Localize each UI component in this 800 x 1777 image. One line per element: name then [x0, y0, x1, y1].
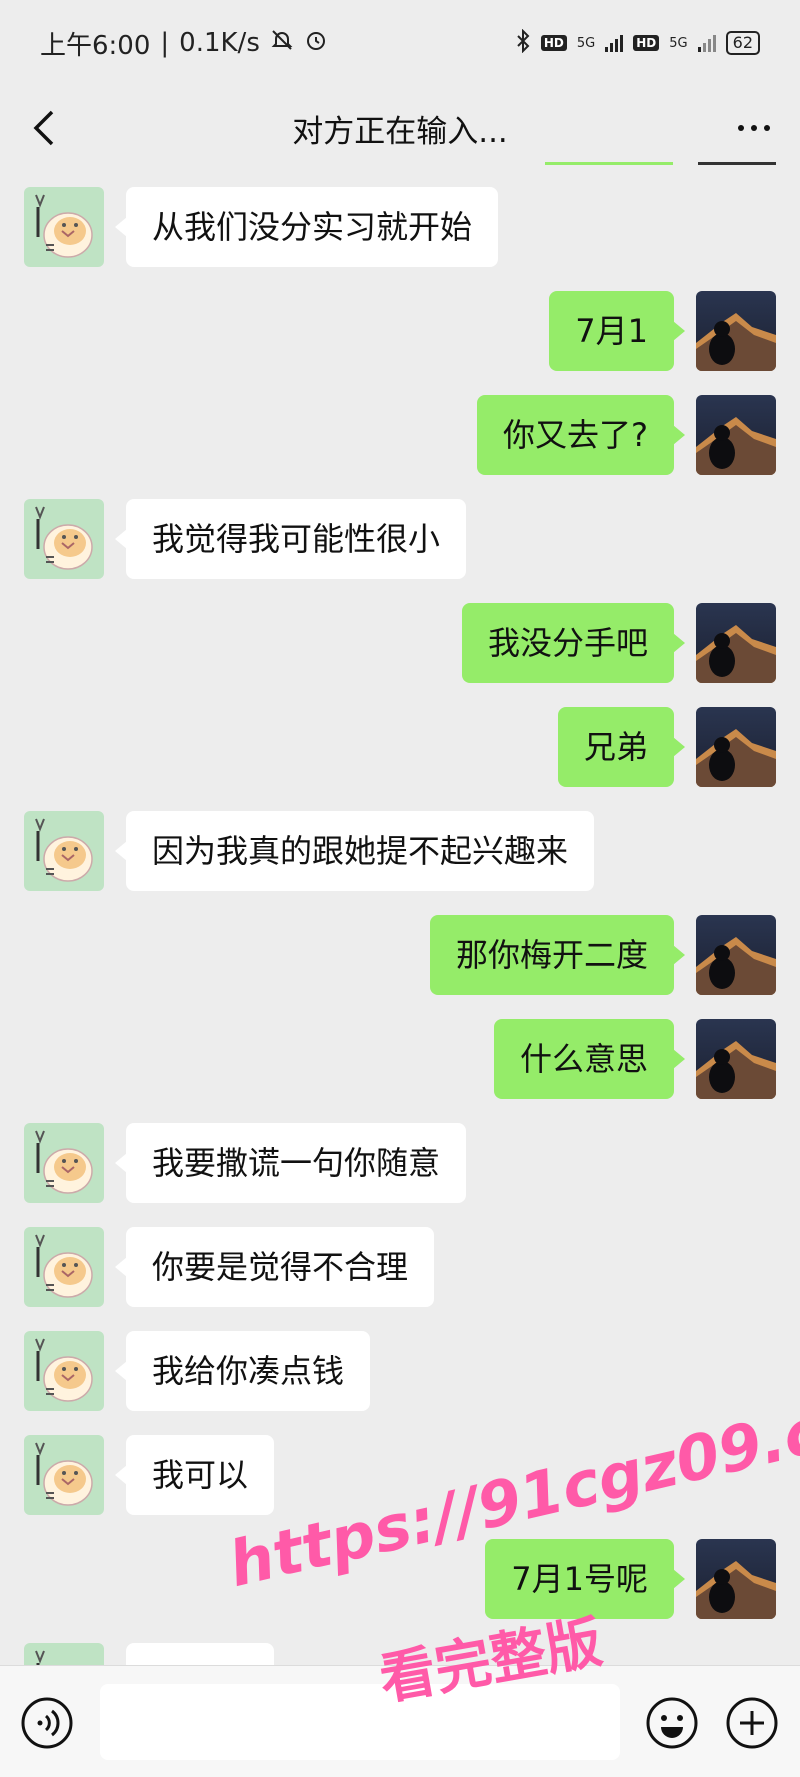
chat-title: 对方正在输入... — [292, 113, 508, 150]
emoji-icon[interactable] — [645, 1696, 699, 1750]
message-row-sent: 什么意思 — [0, 1019, 800, 1099]
friend-avatar[interactable] — [24, 1123, 104, 1203]
plus-icon[interactable] — [725, 1696, 779, 1750]
message-row-received: 我要撒谎一句你随意 — [0, 1123, 800, 1203]
voice-icon[interactable] — [20, 1696, 74, 1750]
sent-message-bubble[interactable]: 兄弟 — [557, 707, 686, 787]
message-row-received: 从我们没分实习就开始 — [0, 187, 800, 267]
avatar-edge — [698, 162, 776, 165]
chat-area[interactable]: 从我们没分实习就开始 7月1 你又去了? 我觉得我可能性很小我没分手吧兄弟因为我真的跟… — [0, 0, 800, 1665]
my-avatar[interactable] — [696, 915, 776, 995]
chevron-left-icon[interactable] — [24, 104, 64, 152]
my-avatar[interactable] — [696, 1019, 776, 1099]
sent-message-bubble[interactable]: 那你梅开二度 — [429, 915, 686, 995]
sent-message-bubble[interactable]: 什么意思 — [493, 1019, 686, 1099]
message-row-sent: 那你梅开二度 — [0, 915, 800, 995]
friend-avatar[interactable] — [24, 811, 104, 891]
message-row-received: 我给你凑点钱 — [0, 1331, 800, 1411]
friend-avatar[interactable] — [24, 1331, 104, 1411]
friend-avatar[interactable] — [24, 499, 104, 579]
message-input[interactable] — [100, 1684, 620, 1760]
message-row-received: 你要是觉得不合理 — [0, 1227, 800, 1307]
my-avatar[interactable] — [696, 291, 776, 371]
sent-message-bubble[interactable]: 7月1 — [549, 291, 685, 371]
more-icon[interactable] — [738, 104, 770, 152]
friend-avatar[interactable] — [24, 1227, 104, 1307]
received-message-bubble[interactable]: 从我们没分实习就开始 — [114, 187, 499, 267]
sent-message-bubble[interactable]: 你又去了? — [477, 395, 685, 475]
received-message-bubble[interactable]: 我要撒谎一句你随意 — [114, 1123, 467, 1203]
message-row-sent: 7月1 — [0, 291, 800, 371]
message-row-sent: 你又去了? — [0, 395, 800, 475]
my-avatar[interactable] — [696, 603, 776, 683]
friend-avatar[interactable] — [24, 187, 104, 267]
watermark: https://91cgz09.com 看完整版 — [0, 1370, 800, 1713]
received-message-bubble[interactable]: 我可以 — [114, 1435, 275, 1515]
my-avatar[interactable] — [696, 395, 776, 475]
message-row-received: 因为我真的跟她提不起兴趣来 — [0, 811, 800, 891]
bubble-edge-green — [545, 162, 673, 165]
my-avatar[interactable] — [696, 707, 776, 787]
friend-avatar[interactable] — [24, 1435, 104, 1515]
message-row-sent: 兄弟 — [0, 707, 800, 787]
message-row-sent: 我没分手吧 — [0, 603, 800, 683]
received-message-bubble[interactable]: 因为我真的跟她提不起兴趣来 — [114, 811, 595, 891]
received-message-bubble[interactable]: 我觉得我可能性很小 — [114, 499, 467, 579]
chat-header: 对方正在输入... — [0, 86, 800, 170]
received-message-bubble[interactable]: 你要是觉得不合理 — [114, 1227, 435, 1307]
message-row-received: 我觉得我可能性很小 — [0, 499, 800, 579]
received-message-bubble[interactable]: 我给你凑点钱 — [114, 1331, 371, 1411]
sent-message-bubble[interactable]: 我没分手吧 — [461, 603, 686, 683]
